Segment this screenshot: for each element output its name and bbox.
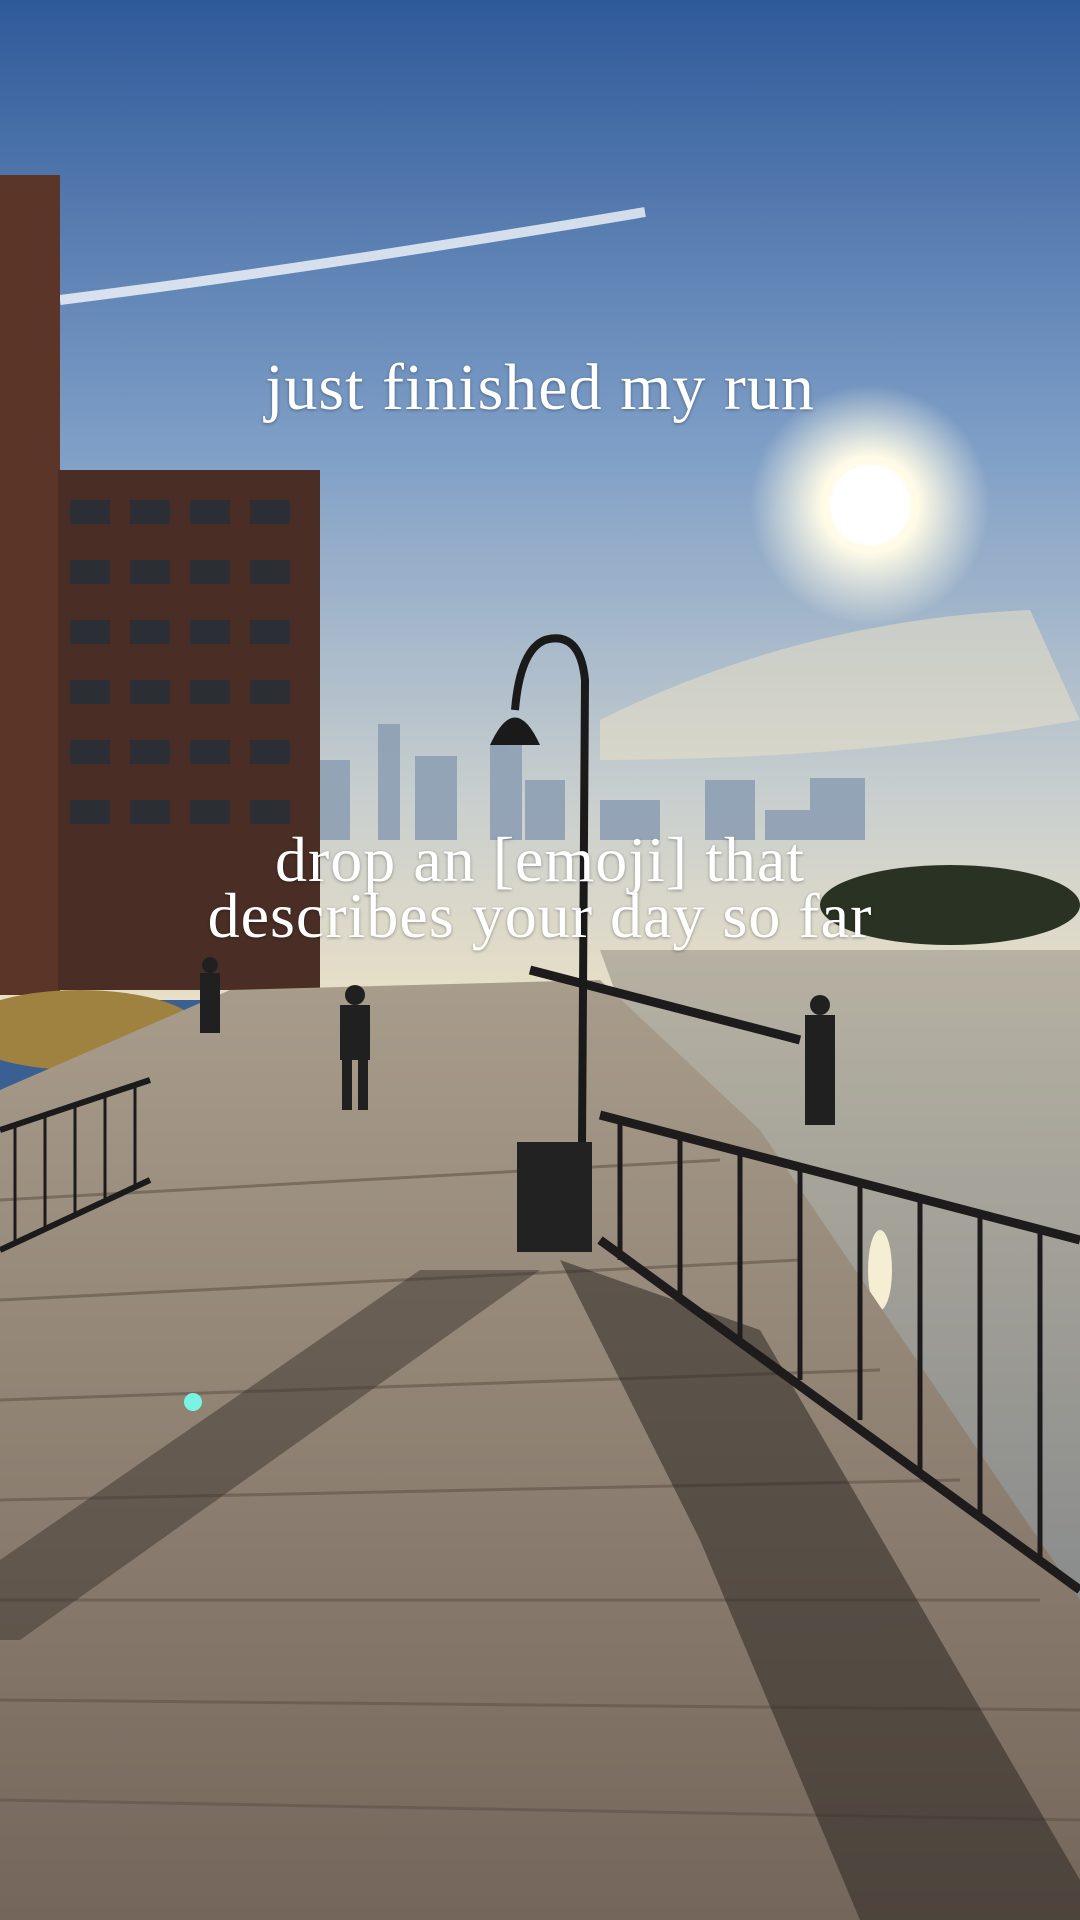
background-photo <box>0 0 1080 1920</box>
story-headline: just finished my run <box>265 351 815 424</box>
story-prompt-line2: describes your day so far <box>207 880 873 951</box>
story-prompt: drop an [emoji] that describes your day … <box>0 828 1080 951</box>
